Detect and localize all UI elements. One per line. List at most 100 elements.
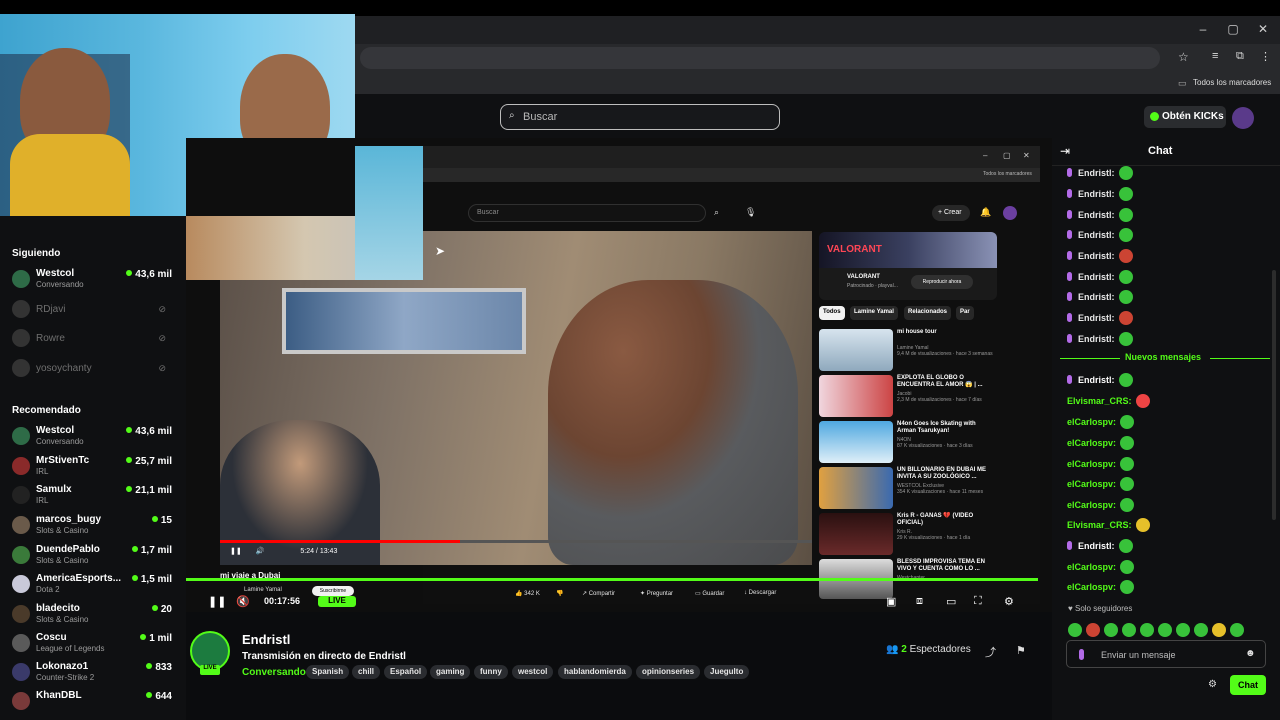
channel-name: Samulx bbox=[36, 484, 72, 495]
recommended-item[interactable]: Lokonazo1 Counter-Strike 2 833 bbox=[10, 659, 180, 687]
tv-screen bbox=[282, 288, 526, 354]
chat-message: elCarlospv: bbox=[1067, 560, 1135, 576]
following-item[interactable]: Rowre ⊘ bbox=[10, 325, 180, 353]
kebab-menu-icon[interactable]: ⋮ bbox=[1260, 50, 1271, 63]
chat-scrollbar[interactable] bbox=[1272, 270, 1276, 520]
chat-settings-icon[interactable]: ⚙ bbox=[1208, 679, 1217, 690]
youtube-subscribe-button: Suscribirme bbox=[312, 586, 354, 596]
avatar bbox=[12, 329, 30, 347]
viewer-count: 644 bbox=[146, 691, 172, 702]
chip-lamine: Lamine Yamal bbox=[850, 306, 898, 320]
chat-message: elCarlospv: bbox=[1067, 580, 1135, 596]
stream-category[interactable]: Conversando bbox=[242, 667, 306, 678]
address-bar[interactable] bbox=[360, 47, 1160, 69]
smiling-person bbox=[548, 280, 798, 565]
settings-icon[interactable]: ⚙ bbox=[1004, 595, 1014, 608]
youtube-create-label: Crear bbox=[944, 209, 962, 216]
followers-only-notice: ♥ Solo seguidores bbox=[1068, 604, 1133, 613]
collapse-chat-icon[interactable]: ⇥ bbox=[1060, 144, 1070, 158]
youtube-create-button: + Crear bbox=[932, 205, 970, 221]
youtube-search-icon: ⌕ bbox=[714, 207, 720, 217]
theater-icon[interactable]: ▭ bbox=[946, 595, 956, 608]
chat-input[interactable]: Enviar un mensaje ☻ bbox=[1066, 640, 1266, 668]
channel-category: IRL bbox=[36, 467, 49, 476]
fullscreen-icon[interactable]: ⛶ bbox=[974, 595, 982, 608]
shared-maximize-icon: ▢ bbox=[1003, 151, 1011, 160]
tag[interactable]: funny bbox=[474, 665, 508, 679]
clip-icon[interactable]: ▣ bbox=[886, 595, 896, 608]
pip-icon[interactable]: ⧈ bbox=[916, 595, 923, 608]
avatar bbox=[12, 516, 30, 534]
pause-icon[interactable]: ❚❚ bbox=[208, 595, 226, 608]
recommended-item[interactable]: marcos_bugy Slots & Casino 15 bbox=[10, 512, 180, 540]
viewer-count: 43,6 mil bbox=[126, 269, 172, 280]
new-messages-divider: Nuevos mensajes bbox=[1060, 352, 1270, 364]
emote-quick-bar[interactable] bbox=[1068, 620, 1268, 637]
kick-coin-icon bbox=[1150, 112, 1159, 121]
channel-name[interactable]: Endristl bbox=[242, 632, 290, 647]
recommended-item[interactable]: Coscu League of Legends 1 mil bbox=[10, 630, 180, 658]
following-heading: Siguiendo bbox=[12, 248, 61, 259]
tag[interactable]: westcol bbox=[512, 665, 554, 679]
recommended-item[interactable]: MrStivenTc IRL 25,7 mil bbox=[10, 453, 180, 481]
menu-list-icon[interactable]: ≡ bbox=[1212, 50, 1218, 62]
recommended-heading: Recomendado bbox=[12, 405, 81, 416]
following-item[interactable]: Westcol Conversando 43,6 mil bbox=[10, 266, 180, 294]
chat-message: Elvismar_CRS: bbox=[1067, 518, 1150, 534]
all-bookmarks-link[interactable]: Todos los marcadores bbox=[1193, 78, 1271, 87]
tag[interactable]: opinionseries bbox=[636, 665, 701, 679]
tag[interactable]: Español bbox=[384, 665, 428, 679]
recommended-item[interactable]: Samulx IRL 21,1 mil bbox=[10, 482, 180, 510]
channel-category: Conversando bbox=[36, 280, 84, 289]
stream-progress-bar[interactable] bbox=[186, 578, 1038, 581]
channel-category: Slots & Casino bbox=[36, 615, 89, 624]
chat-message: Endristl: bbox=[1067, 539, 1133, 555]
tag[interactable]: hablandomierda bbox=[558, 665, 632, 679]
extensions-icon[interactable]: ⧉ bbox=[1236, 50, 1244, 63]
following-item[interactable]: RDjavi ⊘ bbox=[10, 296, 180, 324]
recommended-item[interactable]: DuendePablo Slots & Casino 1,7 mil bbox=[10, 542, 180, 570]
youtube-share-button: ↗ Compartir bbox=[582, 591, 616, 597]
user-options-icon[interactable]: ⚑ bbox=[1016, 644, 1026, 657]
chat-message: Elvismar_CRS: bbox=[1067, 394, 1150, 410]
share-icon[interactable]: ⤴ bbox=[985, 644, 996, 660]
emote-icon bbox=[1068, 623, 1082, 637]
minimize-icon[interactable]: – bbox=[1191, 22, 1215, 36]
emoji-picker-icon[interactable]: ☻ bbox=[1245, 648, 1256, 659]
avatar bbox=[12, 300, 30, 318]
send-chat-button[interactable]: Chat bbox=[1230, 675, 1266, 695]
close-icon[interactable]: ✕ bbox=[1251, 22, 1275, 36]
mute-icon[interactable]: 🔇 bbox=[236, 595, 250, 608]
user-avatar[interactable] bbox=[1232, 107, 1254, 129]
channel-name: Lokonazo1 bbox=[36, 661, 89, 672]
viewer-count: 👥 2 Espectadores bbox=[886, 644, 971, 655]
channel-category: Conversando bbox=[36, 437, 84, 446]
recommended-item[interactable]: Westcol Conversando 43,6 mil bbox=[10, 423, 180, 451]
search-input[interactable]: ⌕ Buscar bbox=[500, 104, 780, 130]
stream-title: Transmisión en directo de Endristl bbox=[242, 651, 406, 662]
chat-message: Endristl: bbox=[1067, 187, 1133, 203]
live-indicator: LIVE bbox=[318, 596, 356, 607]
get-kicks-button[interactable]: Obtén KICKs bbox=[1144, 106, 1226, 128]
tag[interactable]: Juegulto bbox=[704, 665, 750, 679]
maximize-icon[interactable]: ▢ bbox=[1221, 22, 1245, 36]
star-icon[interactable]: ☆ bbox=[1178, 50, 1189, 64]
youtube-channel-name: Lamine Yamal bbox=[244, 587, 282, 593]
following-item[interactable]: yosoychanty ⊘ bbox=[10, 355, 180, 383]
tag[interactable]: chill bbox=[352, 665, 381, 679]
youtube-time: 5:24 / 13:43 bbox=[300, 548, 338, 555]
youtube-ad-card: VALORANT VALORANT Patrocinado · playval.… bbox=[819, 232, 997, 300]
chat-title: Chat bbox=[1148, 145, 1173, 157]
emote-icon bbox=[1140, 623, 1154, 637]
avatar bbox=[12, 359, 30, 377]
avatar bbox=[12, 270, 30, 288]
recommended-item[interactable]: AmericaEsports... Dota 2 1,5 mil bbox=[10, 571, 180, 599]
tag[interactable]: gaming bbox=[430, 665, 471, 679]
viewer-count: 833 bbox=[146, 662, 172, 673]
channel-category: IRL bbox=[36, 496, 49, 505]
youtube-like-count: 👍 342 K bbox=[515, 591, 540, 597]
tag[interactable]: Spanish bbox=[306, 665, 350, 679]
recommended-item[interactable]: KhanDBL 644 bbox=[10, 688, 180, 716]
youtube-rec-item: Kris R - GANAS 💔 (VIDEO OFICIAL) Kris R. 2… bbox=[819, 513, 999, 555]
recommended-item[interactable]: bladecito Slots & Casino 20 bbox=[10, 601, 180, 629]
